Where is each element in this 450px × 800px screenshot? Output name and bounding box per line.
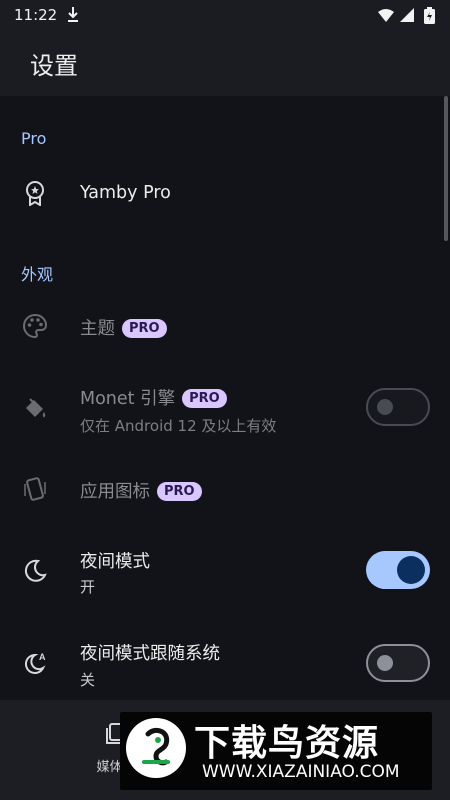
setting-title-theme: 主题 PRO: [80, 315, 167, 340]
watermark-url: WWW.XIAZAINIAO.COM: [202, 762, 400, 782]
setting-subtitle: 关: [80, 671, 96, 689]
status-icons: [378, 7, 435, 24]
paint-bucket-icon: [26, 398, 46, 418]
status-bar: 11:22: [0, 0, 450, 32]
toggle-knob: [397, 556, 425, 584]
section-header-pro: Pro: [21, 129, 47, 148]
setting-title-monet: Monet 引擎 PRO: [80, 385, 227, 410]
night-follow-system-toggle[interactable]: [366, 644, 430, 682]
setting-title: 主题: [80, 319, 115, 339]
toggle-knob: [377, 655, 393, 671]
watermark-text: 下载鸟资源: [194, 723, 380, 764]
setting-title: 应用图标: [80, 482, 150, 502]
setting-app-icon[interactable]: 应用图标 PRO: [0, 464, 450, 514]
badge-icon: [26, 181, 44, 206]
bird-logo-icon: [142, 727, 170, 766]
wifi-icon: [378, 9, 394, 22]
battery-icon: [424, 7, 435, 24]
moon-auto-icon: A: [24, 652, 46, 674]
palette-icon: [23, 313, 48, 339]
watermark-logo: [126, 718, 186, 778]
setting-yamby-pro[interactable]: Yamby Pro: [0, 166, 450, 222]
screen: 11:22 设置 Pro Yamby Pro 外观 主题 PRO Monet 引…: [0, 0, 450, 800]
setting-subtitle: 仅在 Android 12 及以上有效: [80, 417, 277, 435]
toggle-knob: [377, 399, 393, 415]
pro-badge: PRO: [182, 389, 227, 408]
signal-icon: [400, 8, 414, 22]
pro-badge: PRO: [122, 319, 167, 338]
download-icon: [68, 7, 78, 22]
app-icon-icon: [24, 477, 46, 501]
setting-theme[interactable]: 主题 PRO: [0, 300, 450, 352]
setting-title: 夜间模式跟随系统: [80, 644, 220, 664]
section-header-appearance: 外观: [21, 265, 54, 284]
app-bar: 设置: [0, 32, 450, 96]
svg-text:A: A: [39, 652, 46, 662]
setting-title: Yamby Pro: [80, 183, 171, 203]
setting-subtitle: 开: [80, 578, 96, 596]
setting-night-follow-system[interactable]: A 夜间模式跟随系统 关: [0, 632, 450, 696]
page-title: 设置: [30, 52, 78, 80]
monet-toggle[interactable]: [366, 388, 430, 426]
setting-title-app-icon: 应用图标 PRO: [80, 478, 202, 503]
status-time: 11:22: [14, 6, 58, 24]
watermark: 下载鸟资源 WWW.XIAZAINIAO.COM: [120, 712, 432, 790]
setting-title: 夜间模式: [80, 552, 150, 572]
setting-night-mode[interactable]: 夜间模式 开: [0, 540, 450, 604]
night-mode-toggle[interactable]: [366, 551, 430, 589]
moon-icon: [24, 559, 47, 582]
setting-title: Monet 引擎: [80, 389, 176, 409]
pro-badge: PRO: [157, 482, 202, 501]
setting-monet[interactable]: Monet 引擎 PRO 仅在 Android 12 及以上有效: [0, 378, 450, 442]
